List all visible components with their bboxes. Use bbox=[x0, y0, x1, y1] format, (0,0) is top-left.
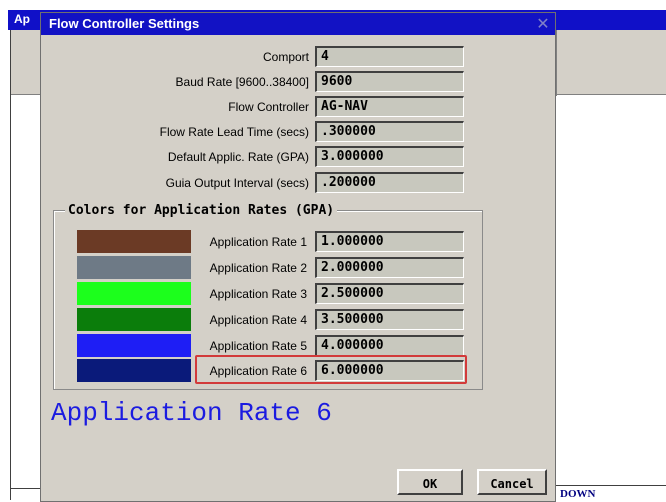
flow-controller-field[interactable]: AG-NAV bbox=[315, 96, 464, 117]
baud-rate-label: Baud Rate [9600..38400] bbox=[175, 75, 309, 89]
close-icon[interactable]: ✕ bbox=[533, 14, 553, 34]
dialog-title: Flow Controller Settings bbox=[49, 16, 200, 31]
comport-label: Comport bbox=[262, 50, 309, 64]
guia-output-interval-label: Guia Output Interval (secs) bbox=[165, 176, 309, 190]
background-side-panel bbox=[556, 30, 666, 96]
rate-3-label: Application Rate 3 bbox=[209, 287, 307, 301]
rate-3-field[interactable]: 2.500000 bbox=[315, 283, 464, 304]
rate-6-selection-highlight bbox=[195, 355, 467, 384]
rate-1-label: Application Rate 1 bbox=[209, 235, 307, 249]
comport-field[interactable]: 4 bbox=[315, 46, 464, 67]
flow-controller-settings-dialog: Flow Controller Settings ✕ Comport 4 Bau… bbox=[40, 12, 556, 502]
dialog-titlebar[interactable]: Flow Controller Settings ✕ bbox=[41, 13, 555, 35]
colors-group-title: Colors for Application Rates (GPA) bbox=[65, 203, 338, 218]
background-divider bbox=[548, 485, 666, 486]
rate-4-label: Application Rate 4 bbox=[209, 313, 307, 327]
rate-1-field[interactable]: 1.000000 bbox=[315, 231, 464, 252]
selected-rate-display: Application Rate 6 bbox=[51, 398, 332, 428]
rate-2-field[interactable]: 2.000000 bbox=[315, 257, 464, 278]
baud-rate-field[interactable]: 9600 bbox=[315, 71, 464, 92]
rate-5-label: Application Rate 5 bbox=[209, 339, 307, 353]
flow-controller-label: Flow Controller bbox=[228, 100, 309, 114]
guia-output-interval-field[interactable]: .200000 bbox=[315, 172, 464, 193]
rate-5-field[interactable]: 4.000000 bbox=[315, 335, 464, 356]
cancel-button[interactable]: Cancel bbox=[477, 469, 547, 495]
default-applic-rate-label: Default Applic. Rate (GPA) bbox=[167, 150, 309, 164]
background-title: Ap bbox=[14, 12, 30, 26]
background-divider bbox=[10, 488, 40, 489]
flow-rate-lead-time-label: Flow Rate Lead Time (secs) bbox=[159, 125, 309, 139]
background-divider bbox=[10, 30, 11, 500]
rate-4-field[interactable]: 3.500000 bbox=[315, 309, 464, 330]
background-down-label: DOWN bbox=[560, 488, 596, 500]
default-applic-rate-field[interactable]: 3.000000 bbox=[315, 146, 464, 167]
rate-2-label: Application Rate 2 bbox=[209, 261, 307, 275]
ok-button[interactable]: OK bbox=[397, 469, 463, 495]
flow-rate-lead-time-field[interactable]: .300000 bbox=[315, 121, 464, 142]
